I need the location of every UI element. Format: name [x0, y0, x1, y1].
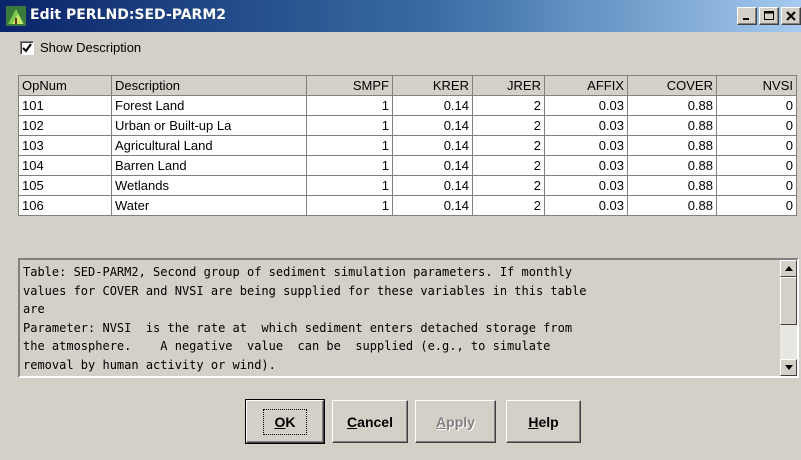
cell-cover[interactable]: 0.88	[627, 95, 717, 116]
cell-nvsi[interactable]: 0	[716, 195, 797, 216]
table-row: 101 Forest Land 1 0.14 2 0.03 0.88 0	[18, 95, 797, 116]
cell-cover[interactable]: 0.88	[627, 195, 717, 216]
cell-opnum[interactable]: 101	[18, 95, 112, 116]
cell-smpf[interactable]: 1	[306, 155, 393, 176]
app-icon	[6, 6, 26, 26]
cell-opnum[interactable]: 106	[18, 195, 112, 216]
table-row: 106 Water 1 0.14 2 0.03 0.88 0	[18, 195, 797, 216]
cell-jrer[interactable]: 2	[472, 155, 545, 176]
cell-nvsi[interactable]: 0	[716, 95, 797, 116]
close-button[interactable]	[781, 7, 801, 25]
cell-krer[interactable]: 0.14	[392, 135, 473, 156]
cell-smpf[interactable]: 1	[306, 135, 393, 156]
cell-affix[interactable]: 0.03	[544, 195, 628, 216]
cell-opnum[interactable]: 105	[18, 175, 112, 196]
cell-affix[interactable]: 0.03	[544, 115, 628, 136]
cell-jrer[interactable]: 2	[472, 115, 545, 136]
description-text: Table: SED-PARM2, Second group of sedime…	[23, 265, 587, 372]
table-row: 105 Wetlands 1 0.14 2 0.03 0.88 0	[18, 175, 797, 196]
window-title: Edit PERLND:SED-PARM2	[30, 7, 227, 23]
maximize-button[interactable]	[759, 7, 779, 25]
cell-description[interactable]: Urban or Built-up La	[111, 115, 307, 136]
cell-opnum[interactable]: 103	[18, 135, 112, 156]
cell-description[interactable]: Agricultural Land	[111, 135, 307, 156]
cell-krer[interactable]: 0.14	[392, 95, 473, 116]
cell-jrer[interactable]: 2	[472, 135, 545, 156]
cell-nvsi[interactable]: 0	[716, 175, 797, 196]
cell-cover[interactable]: 0.88	[627, 155, 717, 176]
cell-jrer[interactable]: 2	[472, 195, 545, 216]
minimize-button[interactable]	[737, 7, 757, 25]
column-header-cover[interactable]: COVER	[627, 75, 717, 96]
parameter-table: OpNum Description SMPF KRER JRER AFFIX C…	[18, 75, 797, 216]
checkmark-icon	[22, 42, 32, 53]
cell-cover[interactable]: 0.88	[627, 175, 717, 196]
cell-krer[interactable]: 0.14	[392, 175, 473, 196]
column-header-smpf[interactable]: SMPF	[306, 75, 393, 96]
table-header-row: OpNum Description SMPF KRER JRER AFFIX C…	[18, 75, 797, 96]
description-panel[interactable]: Table: SED-PARM2, Second group of sedime…	[18, 258, 799, 378]
cancel-button-label: Cancel	[347, 413, 393, 430]
table-row: 102 Urban or Built-up La 1 0.14 2 0.03 0…	[18, 115, 797, 136]
ok-button[interactable]: OK	[245, 399, 325, 444]
title-bar[interactable]: Edit PERLND:SED-PARM2	[0, 0, 801, 32]
cell-cover[interactable]: 0.88	[627, 115, 717, 136]
cell-description[interactable]: Forest Land	[111, 95, 307, 116]
description-scrollbar[interactable]	[780, 260, 797, 376]
cell-description[interactable]: Barren Land	[111, 155, 307, 176]
column-header-description[interactable]: Description	[111, 75, 307, 96]
cell-krer[interactable]: 0.14	[392, 155, 473, 176]
cell-smpf[interactable]: 1	[306, 95, 393, 116]
cell-affix[interactable]: 0.03	[544, 135, 628, 156]
cell-description[interactable]: Water	[111, 195, 307, 216]
help-button-label: Help	[528, 413, 559, 430]
column-header-affix[interactable]: AFFIX	[544, 75, 628, 96]
column-header-jrer[interactable]: JRER	[472, 75, 545, 96]
cell-description[interactable]: Wetlands	[111, 175, 307, 196]
table-row: 104 Barren Land 1 0.14 2 0.03 0.88 0	[18, 155, 797, 176]
show-description-label: Show Description	[40, 40, 142, 55]
show-description-checkbox[interactable]	[20, 40, 34, 55]
show-description-toggle[interactable]: Show Description	[20, 40, 141, 55]
apply-button[interactable]: Apply	[415, 400, 496, 443]
cell-affix[interactable]: 0.03	[544, 175, 628, 196]
column-header-opnum[interactable]: OpNum	[18, 75, 112, 96]
cell-smpf[interactable]: 1	[306, 175, 393, 196]
parameter-grid[interactable]: OpNum Description SMPF KRER JRER AFFIX C…	[18, 75, 801, 225]
cell-nvsi[interactable]: 0	[716, 115, 797, 136]
cancel-button[interactable]: Cancel	[332, 400, 408, 443]
cell-smpf[interactable]: 1	[306, 115, 393, 136]
scroll-down-button[interactable]	[780, 359, 797, 376]
cell-affix[interactable]: 0.03	[544, 155, 628, 176]
apply-button-label: Apply	[436, 413, 475, 430]
dialog-buttons: OK Cancel Apply Help	[0, 397, 801, 447]
cell-nvsi[interactable]: 0	[716, 135, 797, 156]
cell-affix[interactable]: 0.03	[544, 95, 628, 116]
cell-opnum[interactable]: 102	[18, 115, 112, 136]
minimize-icon	[743, 18, 749, 20]
cell-opnum[interactable]: 104	[18, 155, 112, 176]
ok-button-label: OK	[263, 408, 307, 435]
help-button[interactable]: Help	[506, 400, 581, 443]
cell-krer[interactable]: 0.14	[392, 195, 473, 216]
close-icon	[786, 11, 796, 21]
cell-jrer[interactable]: 2	[472, 95, 545, 116]
column-header-krer[interactable]: KRER	[392, 75, 473, 96]
scroll-thumb[interactable]	[780, 277, 797, 325]
cell-smpf[interactable]: 1	[306, 195, 393, 216]
cell-cover[interactable]: 0.88	[627, 135, 717, 156]
cell-nvsi[interactable]: 0	[716, 155, 797, 176]
scroll-up-button[interactable]	[780, 260, 797, 277]
column-header-nvsi[interactable]: NVSI	[716, 75, 797, 96]
arrow-down-icon	[784, 365, 793, 370]
arrow-up-icon	[784, 266, 793, 271]
maximize-icon	[764, 11, 774, 20]
cell-jrer[interactable]: 2	[472, 175, 545, 196]
cell-krer[interactable]: 0.14	[392, 115, 473, 136]
table-row: 103 Agricultural Land 1 0.14 2 0.03 0.88…	[18, 135, 797, 156]
